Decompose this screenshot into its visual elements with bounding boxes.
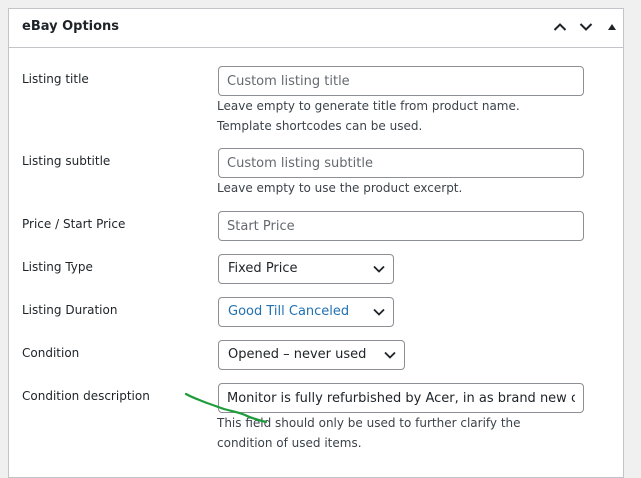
chevron-down-icon: [579, 23, 593, 31]
listing-type-label: Listing Type: [22, 260, 93, 274]
condition-description-label: Condition description: [22, 389, 150, 403]
chevron-down-icon: [384, 351, 396, 359]
chevron-down-icon: [373, 308, 385, 316]
price-label: Price / Start Price: [22, 217, 126, 231]
start-price-input[interactable]: [218, 211, 584, 241]
ebay-options-panel: eBay Options Listing title Leave empty t…: [8, 8, 624, 478]
condition-description-help: This field should only be used to furthe…: [217, 416, 521, 450]
listing-duration-select[interactable]: Good Till Canceled: [218, 297, 394, 327]
listing-title-description: Leave empty to generate title from produ…: [217, 99, 520, 133]
listing-title-input[interactable]: [218, 66, 584, 96]
condition-value: Opened – never used: [228, 347, 367, 362]
listing-title-label: Listing title: [22, 72, 89, 86]
condition-select[interactable]: Opened – never used: [218, 340, 405, 370]
condition-label: Condition: [22, 346, 80, 360]
listing-subtitle-description: Leave empty to use the product excerpt.: [217, 181, 463, 195]
listing-subtitle-label: Listing subtitle: [22, 154, 111, 168]
chevron-up-icon: [553, 23, 567, 31]
condition-description-input[interactable]: [218, 383, 584, 413]
panel-header: eBay Options: [9, 9, 623, 48]
listing-type-select[interactable]: Fixed Price: [218, 254, 394, 284]
panel-title: eBay Options: [22, 19, 120, 34]
triangle-up-icon: [608, 24, 616, 30]
listing-duration-label: Listing Duration: [22, 303, 118, 317]
move-down-button[interactable]: [576, 17, 596, 37]
chevron-down-icon: [373, 265, 385, 273]
toggle-panel-button[interactable]: [602, 17, 622, 37]
listing-subtitle-input[interactable]: [218, 148, 584, 178]
move-up-button[interactable]: [550, 17, 570, 37]
listing-duration-value: Good Till Canceled: [228, 304, 350, 319]
listing-type-value: Fixed Price: [228, 261, 298, 276]
